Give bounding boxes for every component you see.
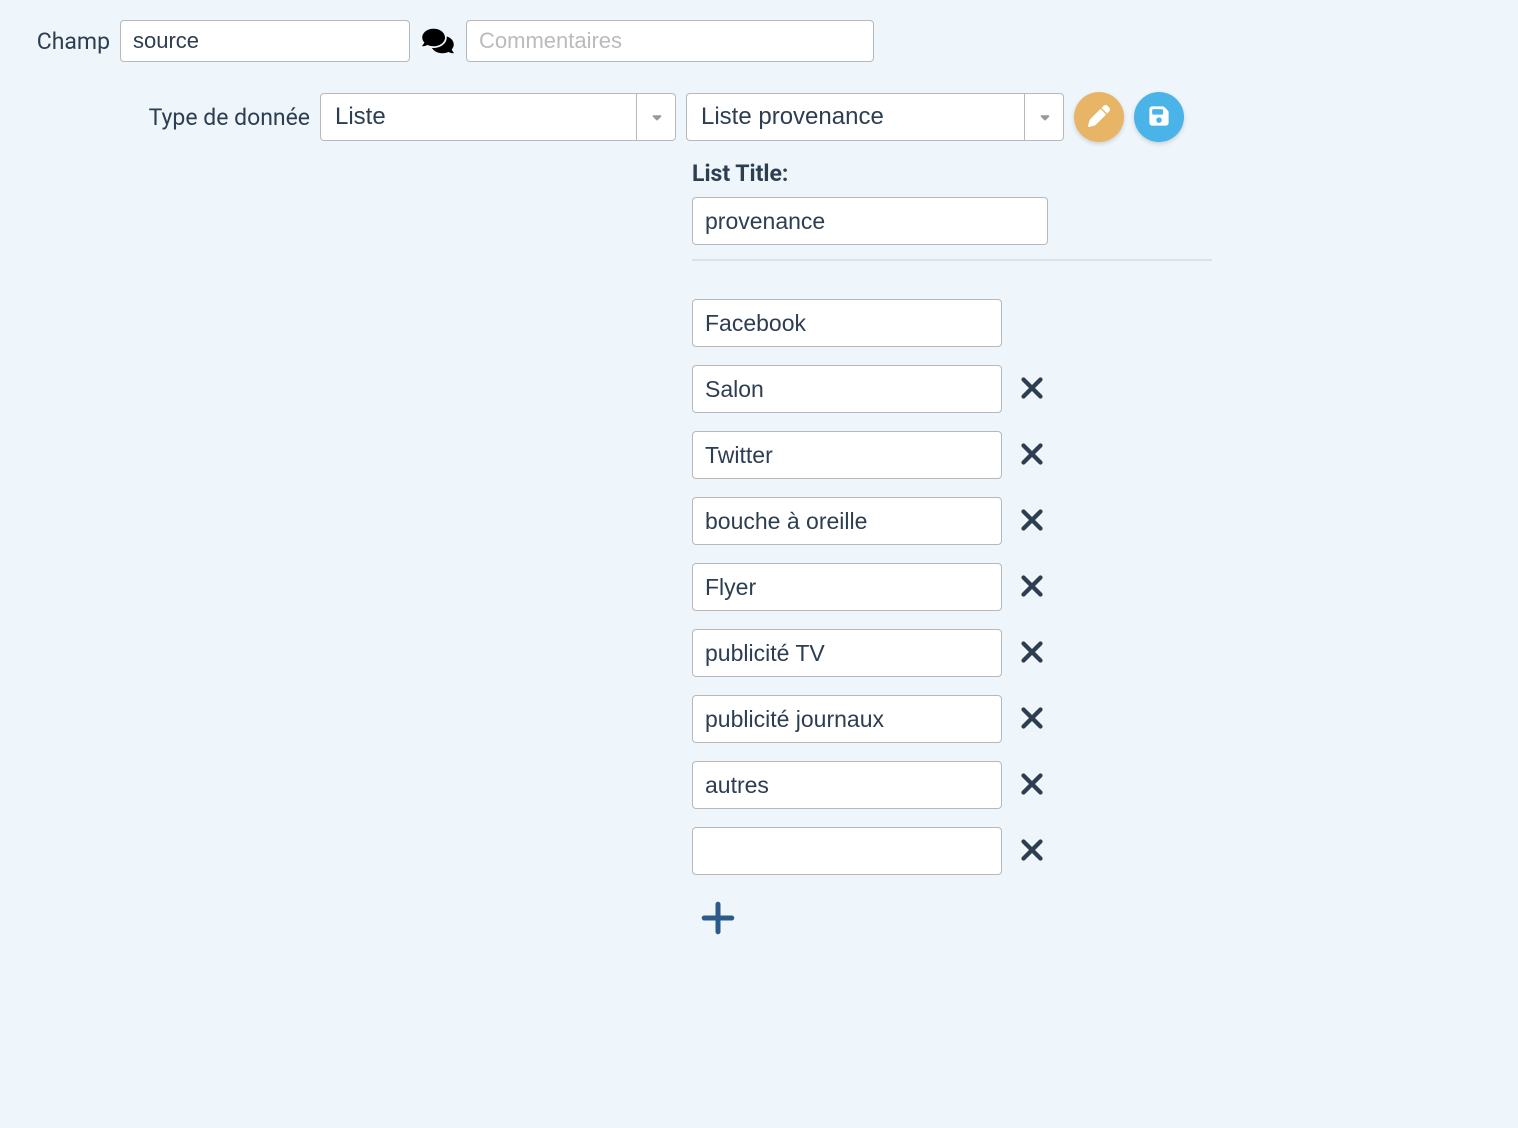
delete-item-button[interactable]	[1012, 765, 1052, 805]
delete-item-button[interactable]	[1012, 369, 1052, 409]
list-item	[692, 629, 1212, 677]
champ-input[interactable]	[120, 20, 410, 62]
list-item-input[interactable]	[692, 563, 1002, 611]
delete-item-button[interactable]	[1012, 567, 1052, 607]
list-item-input[interactable]	[692, 431, 1002, 479]
close-icon	[1015, 569, 1049, 606]
list-item-input[interactable]	[692, 827, 1002, 875]
close-icon	[1015, 371, 1049, 408]
list-items-container	[692, 299, 1212, 875]
type-select-input[interactable]	[320, 93, 676, 141]
list-item	[692, 299, 1212, 347]
delete-item-button[interactable]	[1012, 435, 1052, 475]
list-item-input[interactable]	[692, 299, 1002, 347]
close-icon	[1015, 767, 1049, 804]
list-item-input[interactable]	[692, 695, 1002, 743]
close-icon	[1015, 833, 1049, 870]
delete-item-button[interactable]	[1012, 699, 1052, 739]
list-item	[692, 827, 1212, 875]
divider	[692, 259, 1212, 261]
list-item-input[interactable]	[692, 761, 1002, 809]
list-title-label: List Title:	[692, 160, 1212, 187]
comments-icon	[420, 27, 456, 55]
list-item	[692, 497, 1212, 545]
list-item-input[interactable]	[692, 629, 1002, 677]
form-container: Champ Type de donnée	[20, 20, 1498, 942]
type-select[interactable]	[320, 93, 676, 141]
close-icon	[1015, 437, 1049, 474]
plus-icon	[698, 898, 738, 941]
close-icon	[1015, 701, 1049, 738]
save-icon	[1148, 105, 1170, 130]
delete-item-button[interactable]	[1012, 501, 1052, 541]
list-editor-section: List Title:	[692, 160, 1212, 942]
list-select[interactable]	[686, 93, 1064, 141]
edit-button[interactable]	[1074, 92, 1124, 142]
list-item	[692, 431, 1212, 479]
champ-label: Champ	[20, 28, 110, 55]
list-item	[692, 365, 1212, 413]
list-item	[692, 761, 1212, 809]
list-item-input[interactable]	[692, 365, 1002, 413]
row-type: Type de donnée	[20, 92, 1498, 142]
save-button[interactable]	[1134, 92, 1184, 142]
list-select-input[interactable]	[686, 93, 1064, 141]
list-title-input[interactable]	[692, 197, 1048, 245]
comments-input[interactable]	[466, 20, 874, 62]
close-icon	[1015, 635, 1049, 672]
delete-item-button[interactable]	[1012, 831, 1052, 871]
type-label: Type de donnée	[20, 104, 310, 131]
row-champ: Champ	[20, 20, 1498, 62]
list-item-input[interactable]	[692, 497, 1002, 545]
add-item-button[interactable]	[696, 897, 740, 941]
close-icon	[1015, 503, 1049, 540]
pencil-icon	[1088, 105, 1110, 130]
list-item	[692, 695, 1212, 743]
delete-item-button[interactable]	[1012, 633, 1052, 673]
list-item	[692, 563, 1212, 611]
